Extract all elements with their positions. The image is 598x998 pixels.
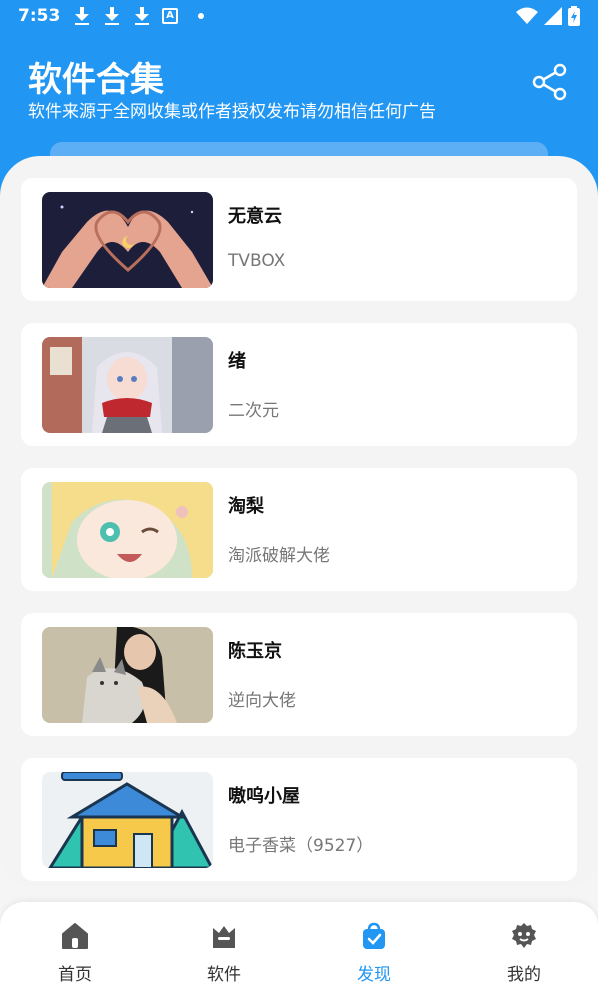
crown-bag-icon bbox=[213, 926, 235, 948]
content-panel: 无意云 TVBOX 绪 二次元 淘梨 淘派破解大佬 陈玉京 逆向大佬 嗷呜小屋 … bbox=[0, 156, 598, 886]
profile-icon bbox=[512, 923, 536, 948]
card-desc: 逆向大佬 bbox=[228, 691, 296, 711]
discover-bag-icon bbox=[363, 922, 385, 949]
nav-label: 首页 bbox=[58, 965, 92, 985]
home-icon bbox=[62, 923, 88, 949]
nav-label: 发现 bbox=[357, 965, 391, 985]
battery-icon bbox=[568, 6, 580, 26]
download-icon bbox=[102, 6, 122, 26]
list-item[interactable]: 绪 二次元 bbox=[21, 323, 577, 446]
heart-hands-image bbox=[42, 192, 213, 288]
system-icons bbox=[516, 6, 580, 26]
download-icon bbox=[72, 6, 92, 26]
girl-with-cat-image bbox=[42, 627, 213, 723]
dot-icon bbox=[198, 13, 204, 19]
download-icon bbox=[132, 6, 152, 26]
list-item[interactable]: 嗷呜小屋 电子香菜（9527） bbox=[21, 758, 577, 881]
nav-label: 软件 bbox=[207, 965, 241, 985]
status-time: 7:53 bbox=[18, 6, 61, 26]
anime-girl-snow-image bbox=[42, 337, 213, 433]
cabin-image bbox=[42, 772, 213, 868]
nav-item-discover[interactable]: 发现 bbox=[324, 916, 424, 988]
wifi-icon bbox=[516, 7, 538, 24]
card-title: 嗷呜小屋 bbox=[228, 786, 300, 807]
share-button[interactable] bbox=[530, 62, 570, 102]
list-item[interactable]: 陈玉京 逆向大佬 bbox=[21, 613, 577, 736]
notification-icons: A bbox=[72, 6, 204, 26]
card-desc: 电子香菜（9527） bbox=[228, 836, 374, 856]
signal-icon bbox=[544, 7, 562, 25]
share-icon bbox=[532, 63, 567, 101]
card-title: 淘梨 bbox=[228, 496, 264, 517]
page-subtitle: 软件来源于全网收集或作者授权发布请勿相信任何广告 bbox=[28, 102, 436, 122]
nav-label: 我的 bbox=[507, 965, 541, 985]
status-bar: 7:53 A bbox=[0, 0, 598, 32]
list-item[interactable]: 淘梨 淘派破解大佬 bbox=[21, 468, 577, 591]
card-desc: 二次元 bbox=[228, 401, 279, 421]
nav-item-me[interactable]: 我的 bbox=[474, 916, 574, 988]
a-icon: A bbox=[162, 8, 178, 24]
card-desc: 淘派破解大佬 bbox=[228, 546, 330, 566]
card-title: 无意云 bbox=[228, 206, 282, 227]
bottom-nav: 首页 软件 发现 我的 bbox=[0, 902, 598, 998]
anime-girl-wink-image bbox=[42, 482, 213, 578]
card-title: 陈玉京 bbox=[228, 641, 282, 662]
list-item[interactable]: 无意云 TVBOX bbox=[21, 178, 577, 301]
nav-item-home[interactable]: 首页 bbox=[25, 916, 125, 988]
card-title: 绪 bbox=[228, 351, 246, 372]
page-title: 软件合集 bbox=[28, 60, 164, 100]
nav-item-software[interactable]: 软件 bbox=[174, 916, 274, 988]
card-desc: TVBOX bbox=[228, 251, 286, 271]
